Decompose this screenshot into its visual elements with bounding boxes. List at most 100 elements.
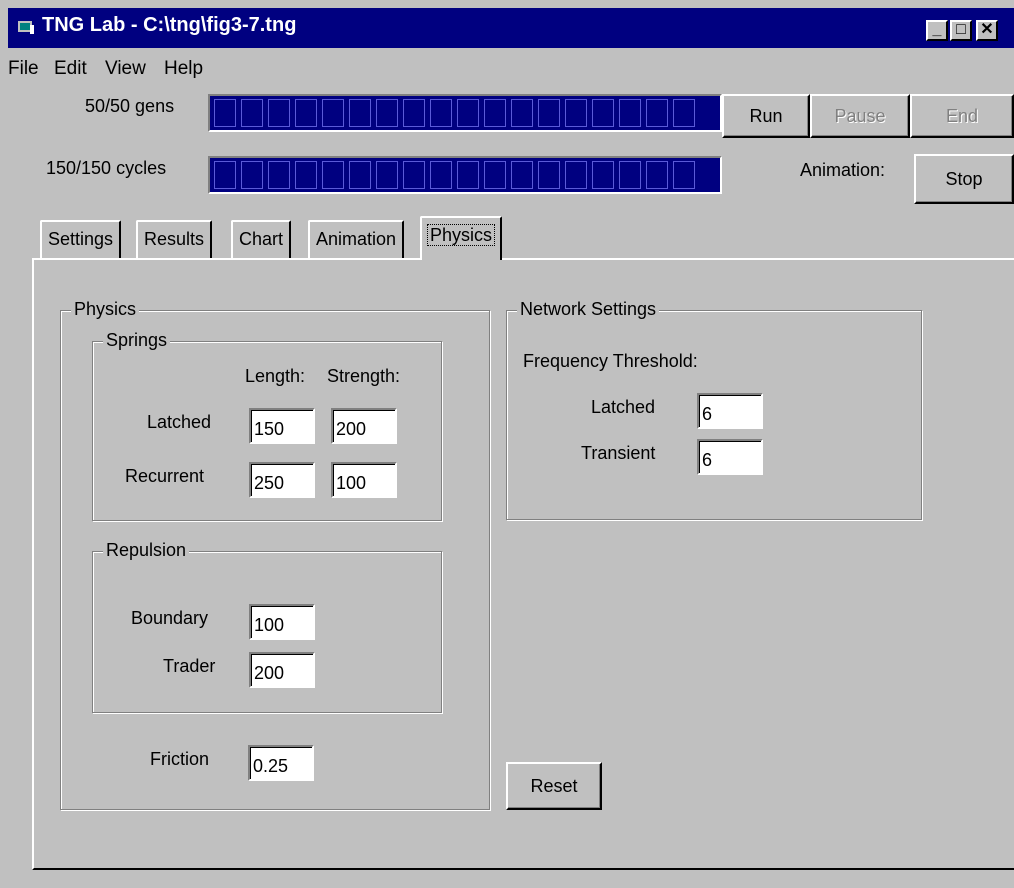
repulsion-boundary-label: Boundary	[131, 608, 209, 628]
progress-segment	[673, 99, 695, 127]
cycles-progress-bar	[208, 156, 722, 194]
progress-segment	[349, 99, 371, 127]
springs-group-title: Springs	[103, 330, 171, 351]
progress-segment	[349, 161, 371, 189]
frequency-threshold-label: Frequency Threshold:	[523, 351, 698, 371]
tab-animation[interactable]: Animation	[308, 220, 405, 258]
progress-segment	[538, 161, 560, 189]
repulsion-trader-field[interactable]	[249, 652, 315, 688]
pause-button[interactable]: Pause	[810, 94, 910, 138]
network-latched-label: Latched	[591, 397, 656, 417]
maximize-button[interactable]: □	[950, 20, 972, 41]
maximize-icon: □	[956, 21, 966, 38]
window-title: TNG Lab - C:\tng\fig3-7.tng	[42, 14, 297, 36]
springs-latched-strength-field[interactable]	[331, 408, 397, 444]
title-bar[interactable]: TNG Lab - C:\tng\fig3-7.tng _ □ ✕	[8, 8, 1014, 48]
menu-edit[interactable]: Edit	[54, 58, 87, 80]
physics-group-title: Physics	[71, 299, 140, 320]
friction-field[interactable]	[248, 745, 314, 781]
minimize-button[interactable]: _	[926, 20, 948, 41]
progress-segment	[511, 161, 533, 189]
run-button[interactable]: Run	[722, 94, 810, 138]
progress-segment	[592, 99, 614, 127]
progress-segment	[646, 161, 668, 189]
tab-results-label: Results	[144, 229, 205, 249]
network-settings-group-title: Network Settings	[517, 299, 660, 320]
springs-latched-label: Latched	[147, 412, 212, 432]
repulsion-boundary-field[interactable]	[249, 604, 315, 640]
springs-recurrent-label: Recurrent	[125, 466, 205, 486]
progress-segment	[403, 161, 425, 189]
progress-segment	[538, 99, 560, 127]
animation-label: Animation:	[800, 160, 886, 180]
progress-segment	[673, 161, 695, 189]
progress-segment	[241, 161, 263, 189]
progress-segment	[376, 161, 398, 189]
progress-segment	[511, 99, 533, 127]
network-transient-label: Transient	[581, 443, 656, 463]
progress-segment	[214, 99, 236, 127]
tab-physics-label: Physics	[426, 224, 496, 246]
tab-settings-label: Settings	[48, 229, 114, 249]
springs-recurrent-length-field[interactable]	[249, 462, 315, 498]
tab-settings[interactable]: Settings	[40, 220, 122, 258]
progress-segment	[295, 161, 317, 189]
physics-group: Physics Springs Length: Strength: Latche…	[60, 299, 490, 810]
length-header: Length:	[245, 366, 306, 386]
progress-segment	[214, 161, 236, 189]
friction-label: Friction	[150, 749, 210, 769]
menu-file[interactable]: File	[8, 58, 39, 80]
strength-header: Strength:	[327, 366, 401, 386]
springs-recurrent-strength-field[interactable]	[331, 462, 397, 498]
status-bar	[0, 874, 1014, 888]
progress-segment	[295, 99, 317, 127]
network-settings-group: Network Settings Frequency Threshold: La…	[506, 299, 922, 520]
progress-segment	[268, 161, 290, 189]
close-button[interactable]: ✕	[976, 20, 998, 41]
reset-button[interactable]: Reset	[506, 762, 602, 810]
stop-button[interactable]: Stop	[914, 154, 1014, 204]
repulsion-trader-label: Trader	[163, 656, 216, 676]
repulsion-group: Repulsion Boundary Trader	[92, 540, 442, 713]
network-latched-field[interactable]	[697, 393, 763, 429]
network-transient-field[interactable]	[697, 439, 763, 475]
progress-segment	[430, 99, 452, 127]
progress-segment	[241, 99, 263, 127]
progress-segment	[403, 99, 425, 127]
tab-physics[interactable]: Physics	[420, 216, 503, 260]
progress-segment	[619, 161, 641, 189]
progress-segment	[322, 161, 344, 189]
repulsion-group-title: Repulsion	[103, 540, 190, 561]
progress-segment	[322, 99, 344, 127]
progress-segment	[457, 99, 479, 127]
progress-segment	[646, 99, 668, 127]
progress-segment	[565, 161, 587, 189]
cycles-label: 150/150 cycles	[46, 158, 167, 178]
generations-label: 50/50 gens	[85, 96, 175, 116]
app-window: TNG Lab - C:\tng\fig3-7.tng _ □ ✕ File E…	[0, 0, 1014, 888]
progress-segment	[565, 99, 587, 127]
progress-segment	[619, 99, 641, 127]
progress-segment	[268, 99, 290, 127]
tab-results[interactable]: Results	[136, 220, 213, 258]
progress-segment	[484, 161, 506, 189]
physics-tab-panel: Physics Springs Length: Strength: Latche…	[32, 258, 1014, 870]
springs-group: Springs Length: Strength: Latched Recurr…	[92, 330, 442, 521]
app-icon	[18, 21, 34, 34]
end-button[interactable]: End	[910, 94, 1014, 138]
tab-chart-label: Chart	[239, 229, 284, 249]
menu-view[interactable]: View	[105, 58, 146, 80]
menu-bar: File Edit View Help	[0, 56, 1014, 84]
progress-segment	[430, 161, 452, 189]
tab-animation-label: Animation	[316, 229, 397, 249]
generations-progress-bar	[208, 94, 722, 132]
menu-help[interactable]: Help	[164, 58, 203, 80]
springs-latched-length-field[interactable]	[249, 408, 315, 444]
progress-segment	[457, 161, 479, 189]
progress-segment	[592, 161, 614, 189]
progress-segment	[484, 99, 506, 127]
minimize-icon: _	[932, 21, 942, 38]
progress-segment	[376, 99, 398, 127]
tab-chart[interactable]: Chart	[231, 220, 292, 258]
close-icon: ✕	[980, 21, 994, 38]
